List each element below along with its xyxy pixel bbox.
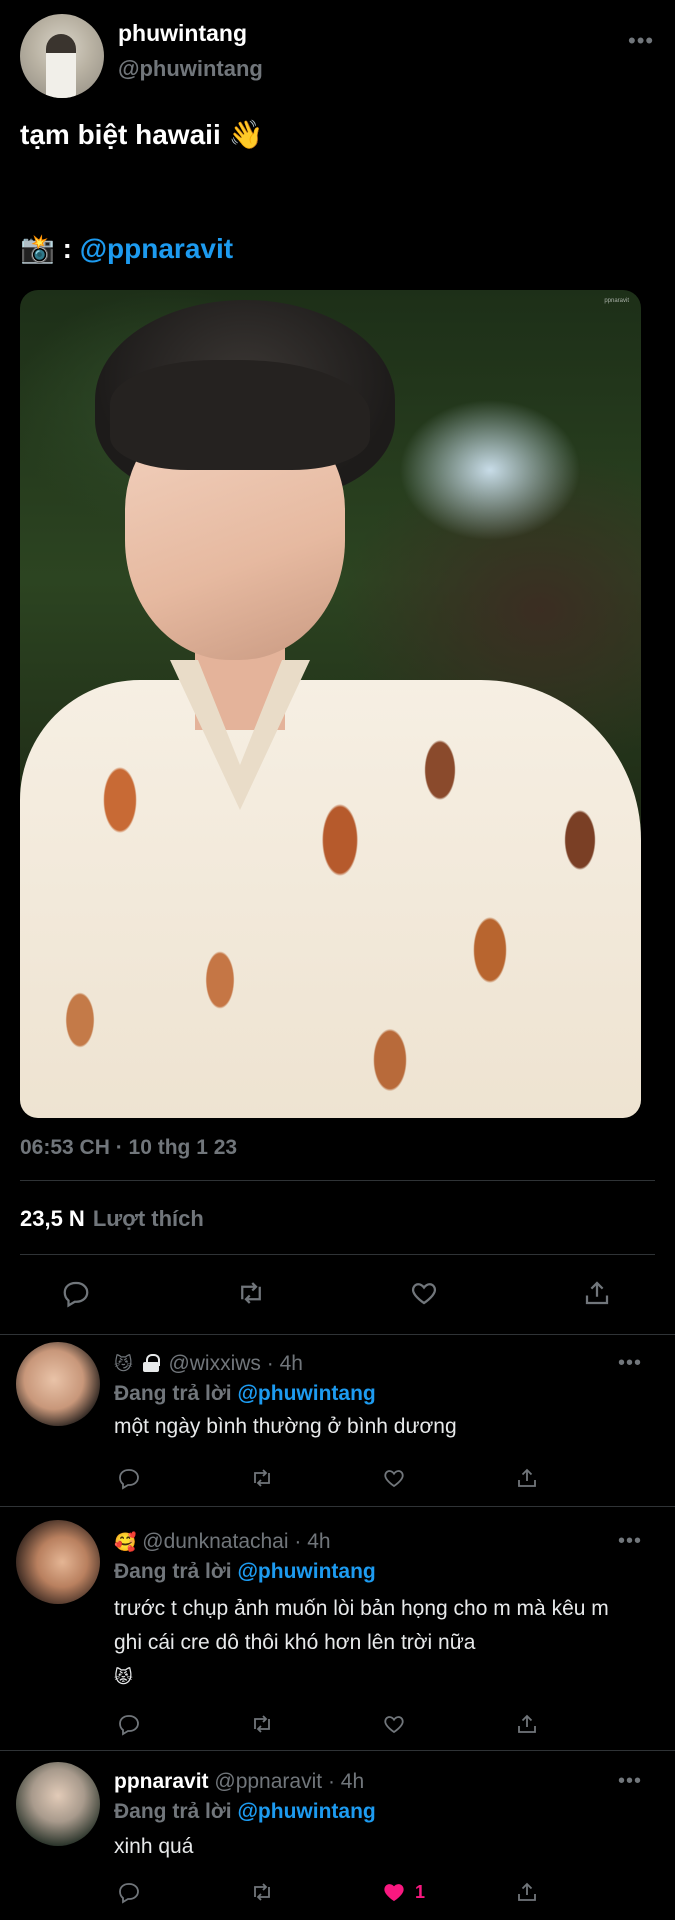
- reply-like-count: 1: [415, 1881, 426, 1902]
- retweet-icon[interactable]: [248, 1880, 276, 1904]
- like-icon[interactable]: [381, 1712, 407, 1736]
- reply-avatar[interactable]: [16, 1342, 100, 1426]
- like-icon[interactable]: [408, 1278, 440, 1308]
- share-icon[interactable]: [514, 1466, 540, 1490]
- replying-mention[interactable]: @phuwintang: [237, 1800, 375, 1823]
- reply-icon[interactable]: [116, 1712, 142, 1736]
- reply-more-button[interactable]: •••: [618, 1352, 642, 1375]
- reply-emoji: 😾: [114, 1667, 133, 1687]
- reply-more-button[interactable]: •••: [618, 1770, 642, 1793]
- share-icon[interactable]: [514, 1712, 540, 1736]
- reply-header: ppnaravit @ppnaravit · 4h: [114, 1770, 365, 1793]
- lock-icon: [142, 1354, 160, 1372]
- replying-prefix: Đang trả lời: [114, 1382, 238, 1405]
- reply-item[interactable]: ppnaravit @ppnaravit · 4h ••• Đang trả l…: [0, 1752, 675, 1920]
- reply-time[interactable]: 4h: [280, 1352, 303, 1375]
- reply-header: 🥰 @dunknatachai · 4h: [114, 1530, 331, 1553]
- replying-to: Đang trả lời @phuwintang: [114, 1800, 376, 1824]
- reply-time[interactable]: 4h: [341, 1770, 364, 1793]
- replying-to: Đang trả lời @phuwintang: [114, 1560, 376, 1584]
- divider: [0, 1750, 675, 1751]
- reply-avatar[interactable]: [16, 1762, 100, 1846]
- reply-display-name[interactable]: ppnaravit: [114, 1770, 209, 1793]
- reply-text: xinh quá: [114, 1835, 194, 1858]
- reply-icon[interactable]: [116, 1880, 142, 1904]
- divider: [20, 1180, 655, 1181]
- replying-to: Đang trả lời @phuwintang: [114, 1382, 376, 1406]
- share-icon[interactable]: [514, 1880, 540, 1904]
- divider: [20, 1254, 655, 1255]
- tweet-text: tạm biệt hawaii 👋: [20, 119, 264, 150]
- author-avatar[interactable]: [20, 14, 104, 98]
- reply-time[interactable]: 4h: [307, 1530, 330, 1553]
- reply-item[interactable]: 🥰 @dunknatachai · 4h ••• Đang trả lời @p…: [0, 1508, 675, 1752]
- retweet-icon[interactable]: [234, 1278, 268, 1308]
- reply-icon[interactable]: [116, 1466, 142, 1490]
- tweet-photo[interactable]: ppnaravit: [20, 290, 641, 1118]
- camera-emoji-label: 📸 :: [20, 233, 80, 264]
- author-handle[interactable]: @phuwintang: [118, 56, 263, 82]
- reply-handle[interactable]: @dunknatachai: [142, 1530, 288, 1553]
- name-emoji: 🥰: [114, 1532, 137, 1552]
- reply-avatar[interactable]: [16, 1520, 100, 1604]
- photo-credit: 📸 : @ppnaravit: [20, 232, 233, 265]
- reply-more-button[interactable]: •••: [618, 1530, 642, 1553]
- likes-count: 23,5 N: [20, 1206, 85, 1231]
- reply-text: một ngày bình thường ở bình dương: [114, 1415, 457, 1438]
- divider: [0, 1506, 675, 1507]
- replying-mention[interactable]: @phuwintang: [237, 1382, 375, 1405]
- reply-item[interactable]: 😼 @wixxiws · 4h ••• Đang trả lời @phuwin…: [0, 1334, 675, 1508]
- replying-mention[interactable]: @phuwintang: [237, 1560, 375, 1583]
- reply-text: trước t chụp ảnh muốn lòi bản họng cho m…: [114, 1597, 609, 1654]
- liked-heart-icon[interactable]: 1: [381, 1880, 425, 1904]
- credit-mention-link[interactable]: @ppnaravit: [80, 233, 233, 264]
- reply-header: 😼 @wixxiws · 4h: [114, 1352, 303, 1375]
- photo-watermark: ppnaravit: [604, 298, 629, 304]
- more-options-button[interactable]: •••: [628, 28, 654, 54]
- retweet-icon[interactable]: [248, 1466, 276, 1490]
- name-emoji: 😼: [114, 1354, 133, 1374]
- retweet-icon[interactable]: [248, 1712, 276, 1736]
- reply-icon[interactable]: [60, 1278, 92, 1308]
- share-icon[interactable]: [582, 1278, 612, 1308]
- reply-handle[interactable]: @ppnaravit: [214, 1770, 322, 1793]
- like-icon[interactable]: [381, 1466, 407, 1490]
- reply-handle[interactable]: @wixxiws: [168, 1352, 260, 1375]
- replying-prefix: Đang trả lời: [114, 1560, 238, 1583]
- tweet-timestamp[interactable]: 06:53 CH · 10 thg 1 23: [20, 1136, 237, 1160]
- author-display-name[interactable]: phuwintang: [118, 20, 247, 47]
- replying-prefix: Đang trả lời: [114, 1800, 238, 1823]
- likes-label: Lượt thích: [92, 1206, 204, 1231]
- likes-summary[interactable]: 23,5 N Lượt thích: [20, 1206, 204, 1232]
